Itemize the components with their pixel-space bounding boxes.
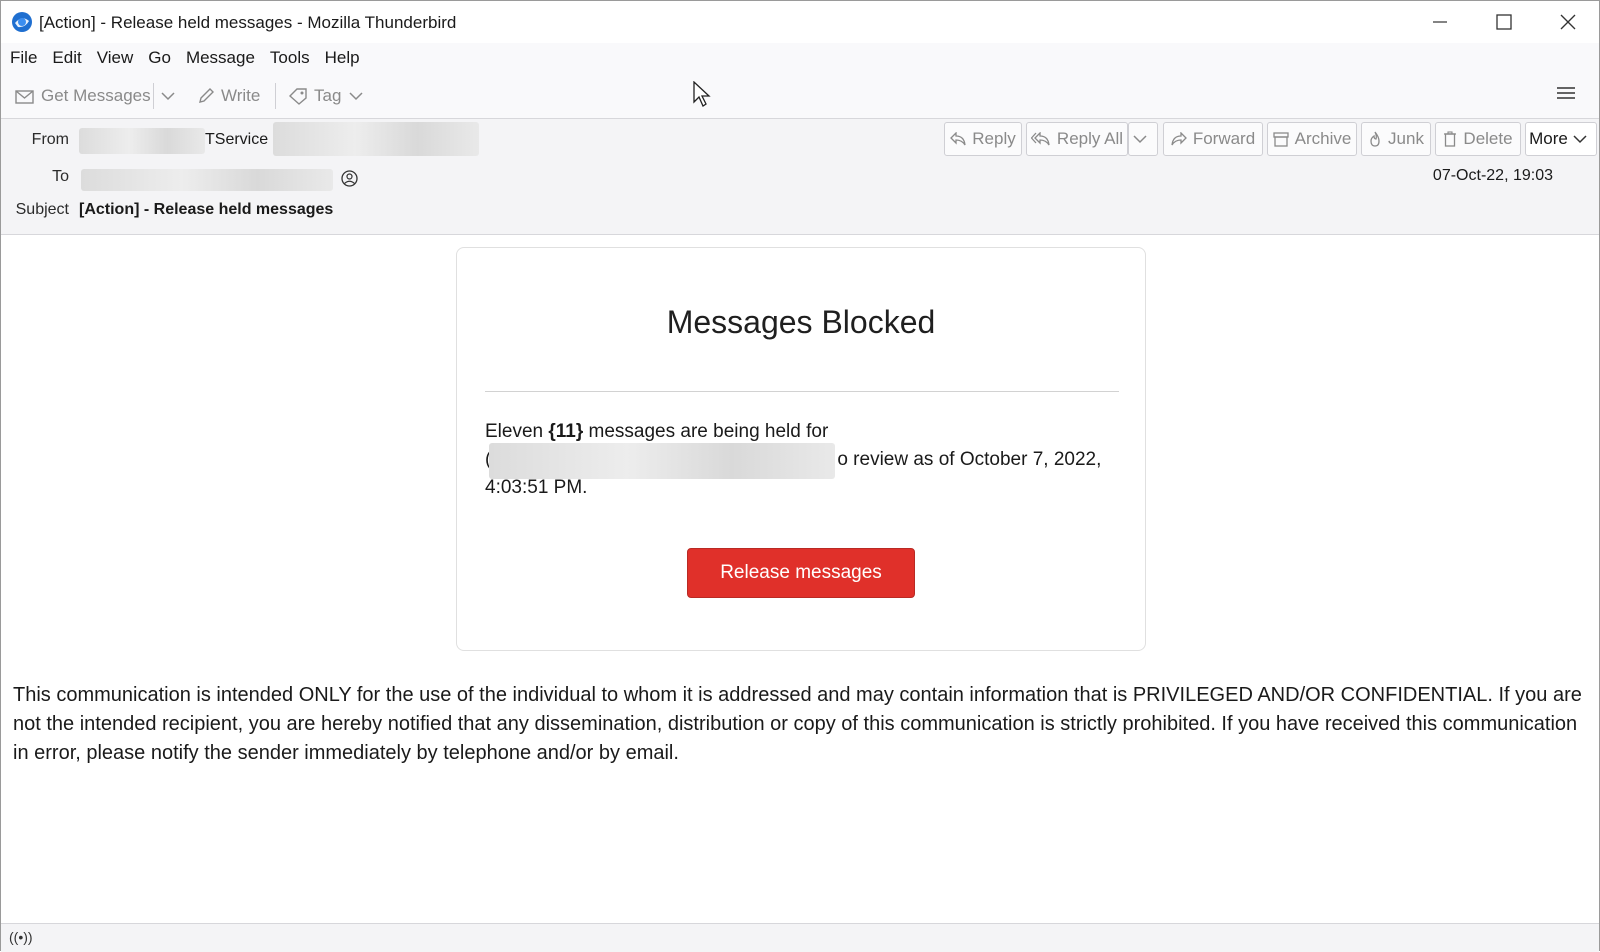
archive-icon	[1273, 132, 1289, 147]
divider	[485, 391, 1119, 392]
more-button[interactable]: More	[1525, 122, 1597, 156]
write-label: Write	[221, 86, 261, 105]
redacted-recipient-address	[81, 169, 333, 191]
subject-value: [Action] - Release held messages	[79, 201, 334, 218]
message-line-2: (o review as of October 7, 2022,	[485, 443, 1121, 479]
chevron-down-icon	[349, 92, 363, 101]
reply-all-label: Reply All	[1056, 129, 1124, 148]
menu-edit[interactable]: Edit	[52, 48, 81, 68]
main-toolbar: Get Messages Write Tag	[1, 73, 1599, 119]
title-bar: [Action] - Release held messages - Mozil…	[1, 1, 1599, 43]
close-icon	[1560, 14, 1576, 30]
archive-button[interactable]: Archive	[1267, 122, 1357, 156]
get-messages-dropdown[interactable]	[161, 81, 181, 111]
message-line-1: Eleven {11} messages are being held for	[485, 418, 1121, 446]
to-label: To	[52, 168, 69, 185]
forward-label: Forward	[1192, 129, 1256, 148]
menu-tools[interactable]: Tools	[270, 48, 310, 68]
message-date: 07-Oct-22, 19:03	[1432, 167, 1553, 184]
minimize-button[interactable]	[1409, 1, 1471, 43]
menu-file[interactable]: File	[10, 48, 37, 68]
chevron-down-icon	[161, 92, 175, 101]
chevron-down-icon	[1573, 135, 1587, 144]
reply-all-button[interactable]: Reply All	[1026, 122, 1128, 156]
app-menu-icon[interactable]	[1557, 85, 1575, 101]
trash-icon	[1444, 131, 1457, 147]
delete-label: Delete	[1463, 129, 1513, 148]
status-bar: ((•))	[1, 923, 1599, 952]
envelope-download-icon	[15, 90, 34, 104]
message-text-part: Eleven	[485, 421, 549, 442]
pencil-icon	[199, 88, 214, 103]
forward-icon	[1171, 132, 1187, 146]
reply-all-dropdown[interactable]	[1128, 122, 1158, 156]
chevron-down-icon	[1133, 135, 1147, 144]
forward-button[interactable]: Forward	[1163, 122, 1263, 156]
thunderbird-window: [Action] - Release held messages - Mozil…	[0, 0, 1600, 952]
get-messages-button[interactable]: Get Messages	[15, 81, 151, 111]
reply-all-icon	[1030, 132, 1050, 146]
window-title: [Action] - Release held messages - Mozil…	[39, 13, 457, 32]
message-count: {11}	[548, 421, 584, 442]
message-text-part: messages are being held for	[583, 421, 829, 442]
redacted-recipient	[489, 443, 835, 479]
from-value[interactable]: TService	[205, 131, 268, 149]
menu-go[interactable]: Go	[148, 48, 171, 68]
tag-label: Tag	[314, 86, 342, 105]
reply-icon	[950, 132, 966, 146]
release-messages-button[interactable]: Release messages	[687, 548, 915, 598]
thunderbird-logo-icon	[12, 12, 32, 32]
close-button[interactable]	[1537, 1, 1599, 43]
archive-label: Archive	[1294, 129, 1352, 148]
menu-help[interactable]: Help	[325, 48, 360, 68]
message-title: Messages Blocked	[666, 304, 936, 340]
get-messages-label: Get Messages	[41, 86, 151, 105]
menu-view[interactable]: View	[97, 48, 134, 68]
flame-icon	[1370, 131, 1380, 147]
mouse-cursor-icon	[693, 81, 711, 107]
message-header: From TService To Subject [Action] - Rele…	[1, 119, 1599, 235]
redacted-sender-address	[273, 122, 479, 156]
delete-button[interactable]: Delete	[1435, 122, 1521, 156]
toolbar-separator	[153, 83, 154, 109]
maximize-icon	[1496, 14, 1512, 30]
maximize-button[interactable]	[1473, 1, 1535, 43]
junk-button[interactable]: Junk	[1361, 122, 1431, 156]
contact-card-icon[interactable]	[341, 170, 358, 187]
confidentiality-disclaimer: This communication is intended ONLY for …	[13, 684, 1582, 764]
subject-label: Subject	[15, 201, 69, 218]
reply-label: Reply	[972, 129, 1016, 148]
message-text-part: o review as of October 7, 2022,	[837, 449, 1102, 470]
junk-label: Junk	[1388, 129, 1424, 148]
more-label: More	[1529, 129, 1568, 148]
minimize-icon	[1433, 21, 1447, 23]
redacted-sender-name	[79, 128, 205, 154]
message-text: Eleven {11} messages are being held for …	[485, 418, 1121, 502]
message-card: Messages Blocked Eleven {11} messages ar…	[456, 247, 1146, 651]
online-status-icon[interactable]: ((•))	[9, 929, 33, 945]
write-button[interactable]: Write	[197, 81, 260, 111]
from-label: From	[31, 131, 69, 148]
menu-message[interactable]: Message	[186, 48, 255, 68]
menu-bar: File Edit View Go Message Tools Help	[1, 43, 1599, 73]
tag-button[interactable]: Tag	[288, 81, 369, 111]
toolbar-separator	[275, 83, 276, 109]
tag-icon	[288, 88, 307, 105]
reply-button[interactable]: Reply	[944, 122, 1022, 156]
